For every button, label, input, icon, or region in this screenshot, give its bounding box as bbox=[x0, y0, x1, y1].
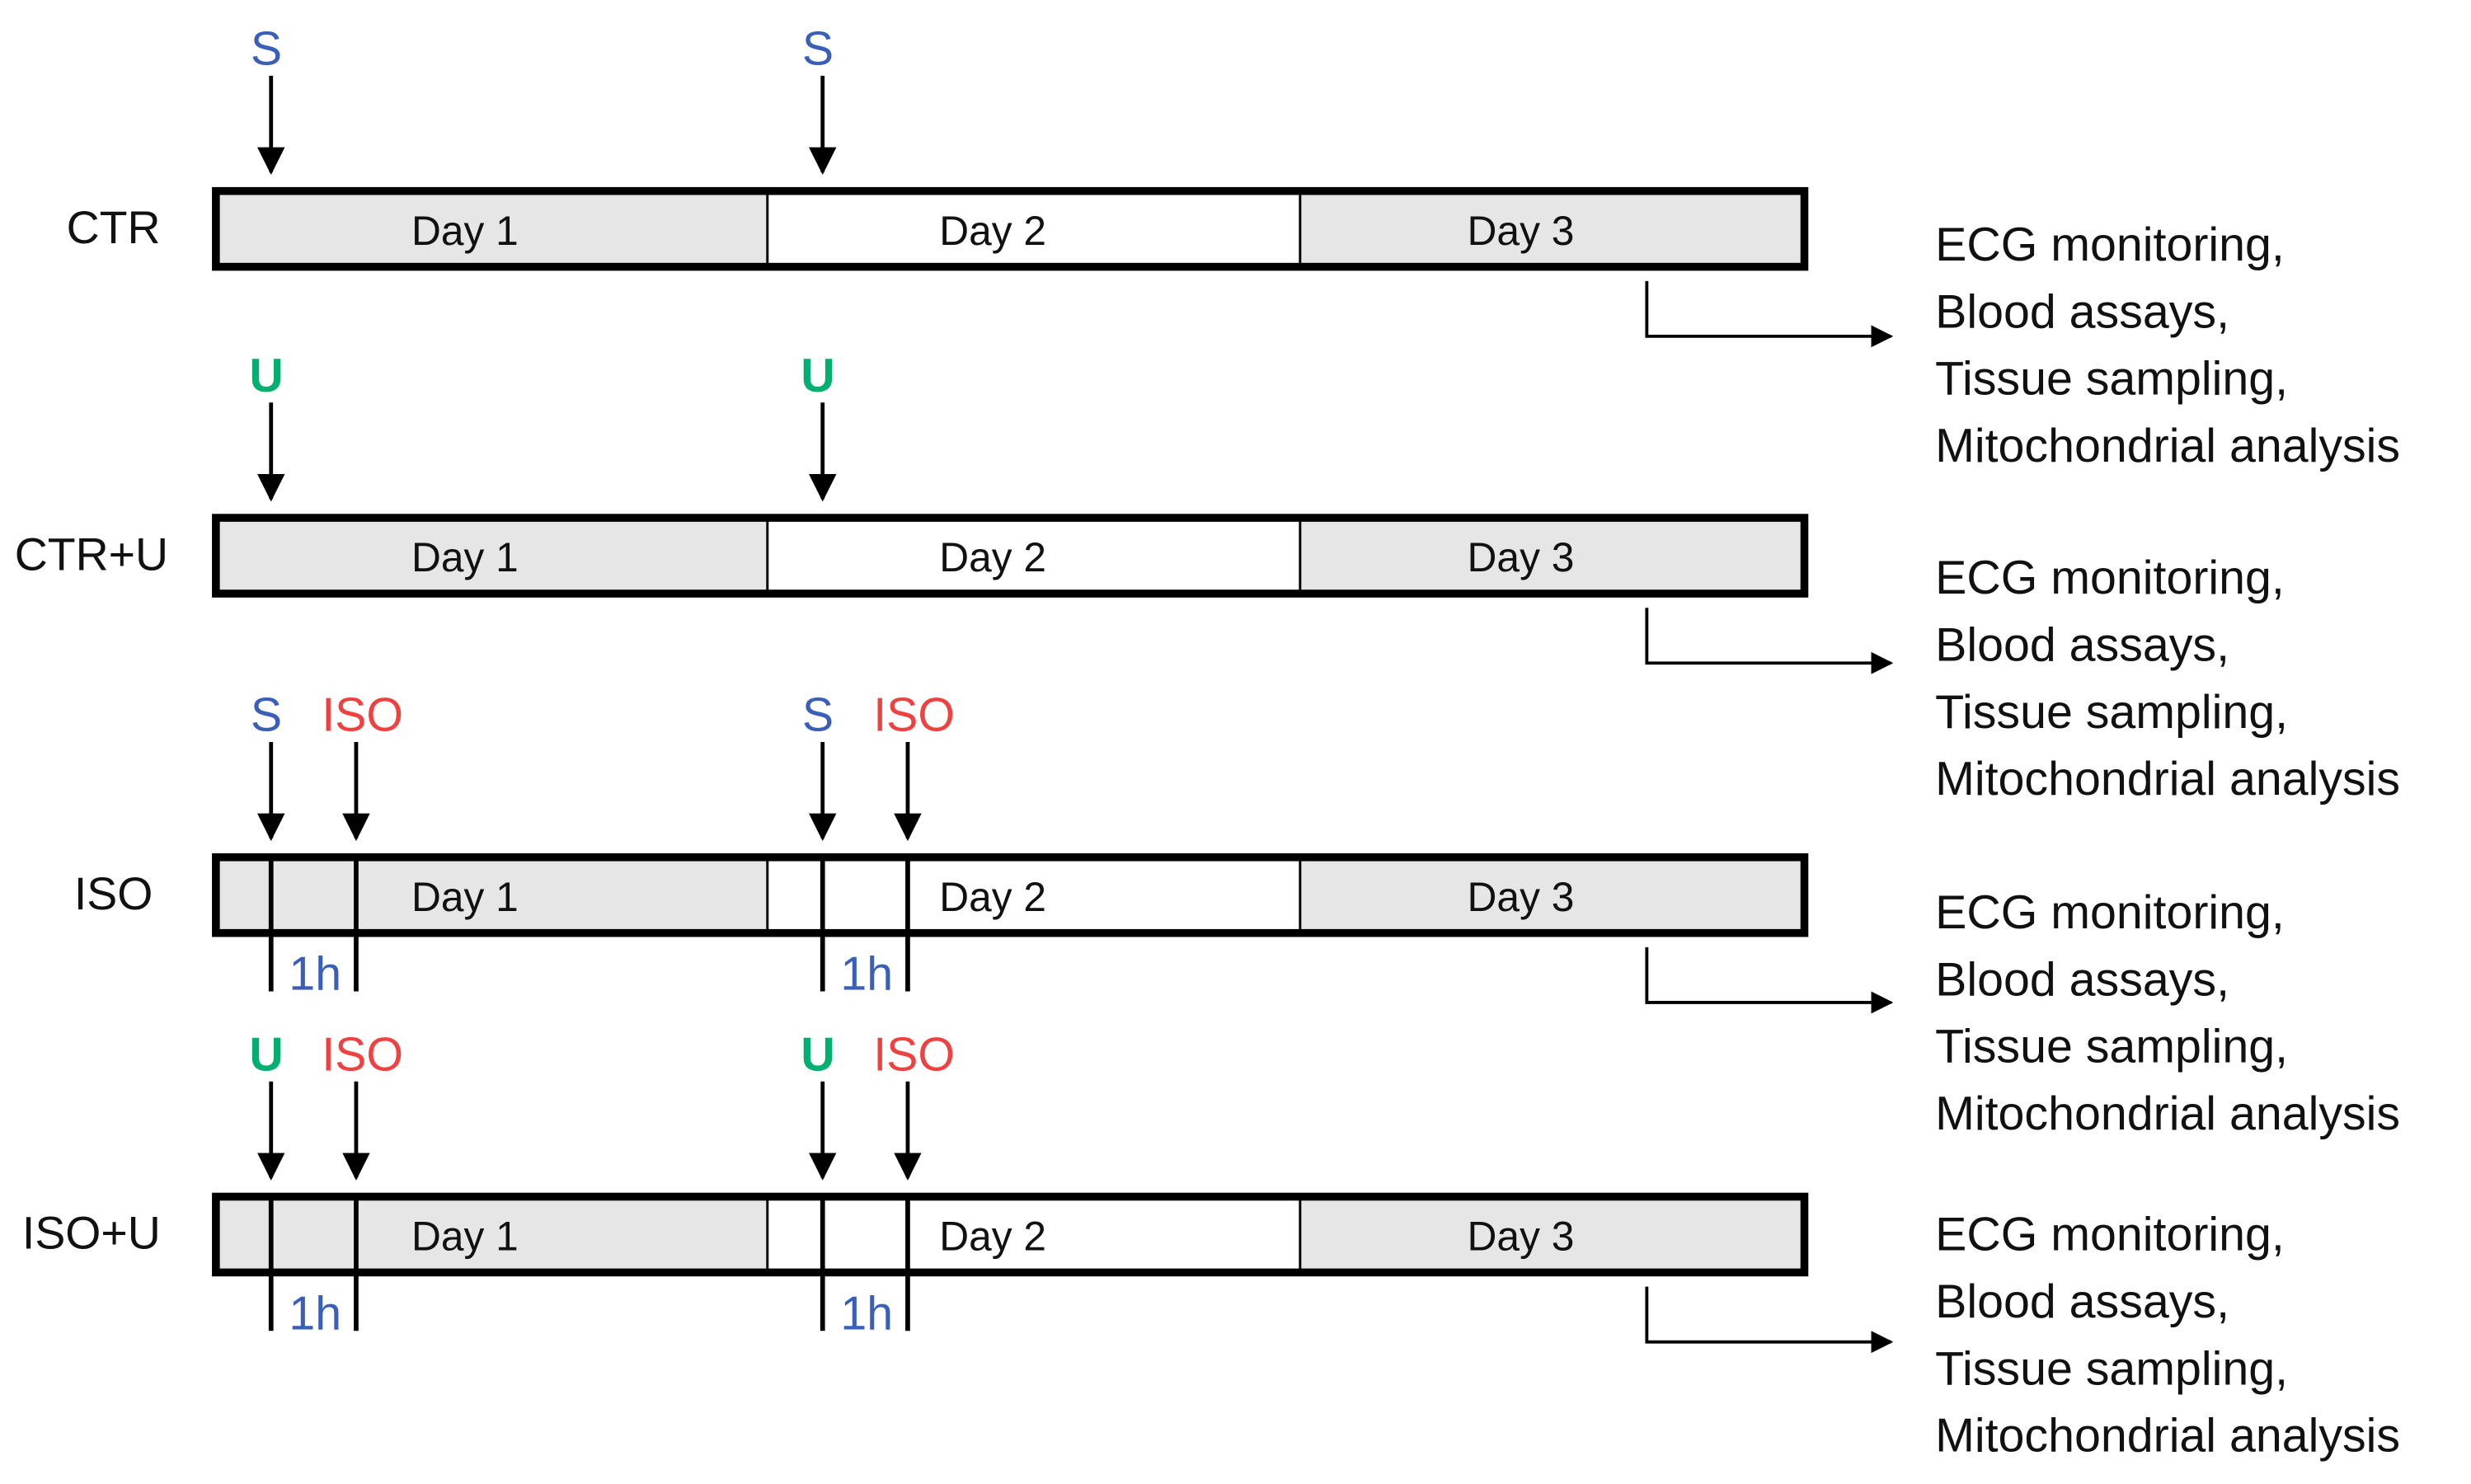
outcome-text: Blood assays, bbox=[1935, 285, 2229, 338]
treatment-marker-label: ISO bbox=[873, 689, 955, 742]
treatment-marker-label: U bbox=[801, 1028, 834, 1081]
treatment-marker-label: ISO bbox=[322, 1028, 403, 1081]
outcome-text: Blood assays, bbox=[1935, 618, 2229, 671]
treatment-marker-label: S bbox=[802, 22, 834, 75]
outcome-text: ECG monitoring, bbox=[1935, 886, 2285, 939]
group-ctr: CTR Day 1 Day 2 Day 3 S S ECG monitoring, Blood… bbox=[67, 22, 2400, 472]
outcome-text: ECG monitoring, bbox=[1935, 1209, 2285, 1261]
group-label: CTR+U bbox=[15, 528, 168, 580]
day-label: Day 3 bbox=[1468, 1214, 1575, 1260]
interval-label: 1h bbox=[289, 948, 341, 1001]
outcome-text: Mitochondrial analysis bbox=[1935, 1087, 2400, 1140]
outcome-text: Tissue sampling, bbox=[1935, 1342, 2288, 1395]
day-label: Day 1 bbox=[411, 874, 519, 920]
treatment-marker-label: U bbox=[249, 1028, 283, 1081]
day-label: Day 2 bbox=[939, 534, 1046, 580]
outcome-arrow-icon bbox=[1645, 946, 1894, 1014]
outcome-text: Blood assays, bbox=[1935, 1275, 2229, 1328]
day-label: Day 2 bbox=[939, 208, 1046, 254]
outcome-arrow-icon bbox=[1645, 608, 1894, 674]
treatment-marker-label: S bbox=[251, 689, 282, 742]
interval-label: 1h bbox=[840, 948, 893, 1001]
outcome-text: ECG monitoring, bbox=[1935, 552, 2285, 604]
outcome-arrow-icon bbox=[1645, 1286, 1894, 1354]
day-label: Day 2 bbox=[939, 874, 1046, 920]
outcome-text: Tissue sampling, bbox=[1935, 353, 2288, 406]
day-label: Day 1 bbox=[411, 1214, 519, 1260]
day-label: Day 3 bbox=[1468, 534, 1575, 580]
outcome-text: Mitochondrial analysis bbox=[1935, 753, 2400, 805]
interval-label: 1h bbox=[840, 1287, 893, 1340]
outcome-text: Tissue sampling, bbox=[1935, 686, 2288, 739]
day-label: Day 1 bbox=[411, 534, 519, 580]
outcome-text: Mitochondrial analysis bbox=[1935, 420, 2400, 472]
day-label: Day 2 bbox=[939, 1214, 1046, 1260]
interval-label: 1h bbox=[289, 1287, 341, 1340]
treatment-marker-label: ISO bbox=[873, 1028, 955, 1081]
day-label: Day 3 bbox=[1468, 874, 1575, 920]
treatment-marker-label: U bbox=[801, 350, 834, 402]
day-label: Day 3 bbox=[1468, 208, 1575, 254]
outcome-text: Blood assays, bbox=[1935, 953, 2229, 1006]
group-label: ISO+U bbox=[22, 1208, 161, 1259]
day-label: Day 1 bbox=[411, 208, 519, 254]
treatment-marker-label: S bbox=[251, 22, 282, 75]
treatment-marker-label: S bbox=[802, 689, 834, 742]
treatment-marker-label: ISO bbox=[322, 689, 403, 742]
treatment-timeline-diagram: CTR Day 1 Day 2 Day 3 S S ECG monitoring, Blood… bbox=[15, 22, 2400, 1463]
outcome-text: Tissue sampling, bbox=[1935, 1021, 2288, 1073]
outcome-text: ECG monitoring, bbox=[1935, 218, 2285, 271]
outcome-arrow-icon bbox=[1645, 280, 1894, 348]
group-label: ISO bbox=[74, 868, 153, 919]
outcome-text: Mitochondrial analysis bbox=[1935, 1410, 2400, 1463]
treatment-marker-label: U bbox=[249, 350, 283, 402]
group-label: CTR bbox=[67, 202, 161, 253]
